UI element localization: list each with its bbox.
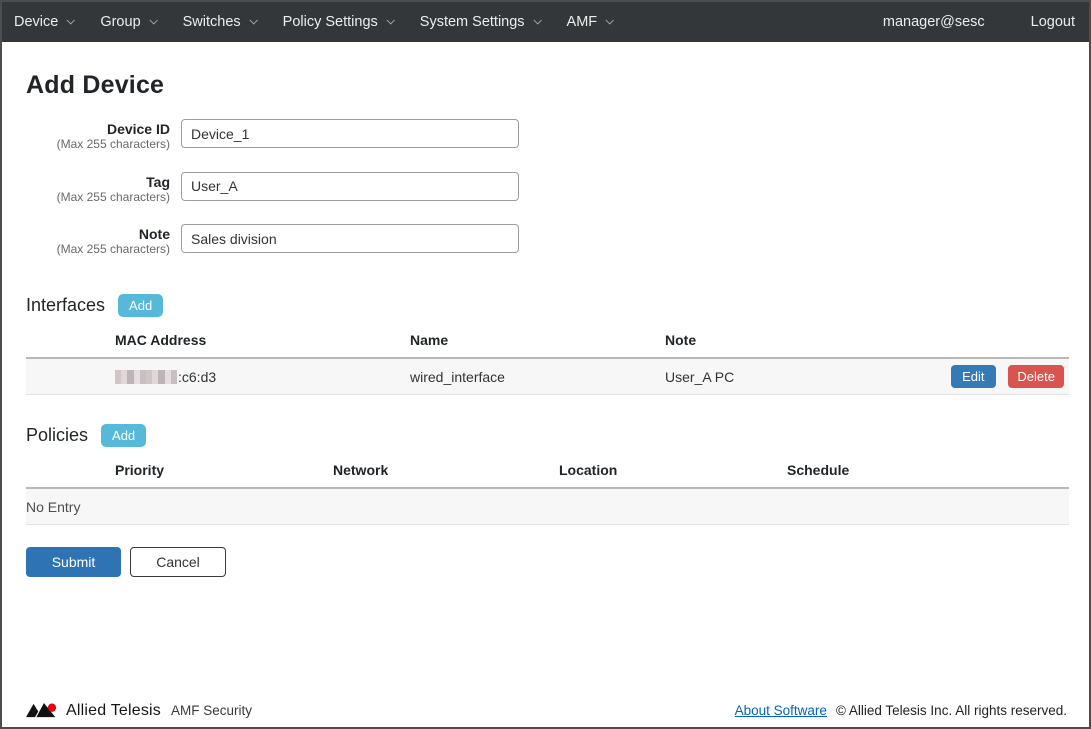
menu-switches-label: Switches bbox=[183, 14, 241, 30]
cancel-button[interactable]: Cancel bbox=[130, 547, 226, 577]
copyright-text: © Allied Telesis Inc. All rights reserve… bbox=[836, 703, 1067, 718]
tag-hint: (Max 255 characters) bbox=[26, 190, 170, 206]
interface-note-cell: User_A PC bbox=[665, 369, 919, 385]
tag-label-block: Tag (Max 255 characters) bbox=[26, 172, 170, 206]
add-device-page: { "navbar": { "items": [ { "label": "Dev… bbox=[0, 0, 1091, 729]
field-row-tag: Tag (Max 255 characters) bbox=[26, 172, 1065, 206]
note-input[interactable] bbox=[181, 224, 519, 253]
delete-interface-button[interactable]: Delete bbox=[1008, 365, 1064, 388]
menu-system-settings[interactable]: System Settings bbox=[420, 14, 540, 30]
chevron-down-icon bbox=[533, 16, 541, 24]
tag-label: Tag bbox=[26, 174, 170, 190]
add-interface-button[interactable]: Add bbox=[118, 294, 163, 317]
interface-table-row: :c6:d3 wired_interface User_A PC Edit De… bbox=[26, 359, 1069, 395]
device-id-hint: (Max 255 characters) bbox=[26, 137, 170, 153]
logout-button[interactable]: Logout bbox=[1031, 14, 1075, 30]
menu-policy-settings[interactable]: Policy Settings bbox=[283, 14, 393, 30]
note-label: Note bbox=[26, 226, 170, 242]
edit-interface-button[interactable]: Edit bbox=[951, 365, 995, 388]
note-hint: (Max 255 characters) bbox=[26, 242, 170, 258]
col-location: Location bbox=[559, 462, 787, 478]
menu-device-label: Device bbox=[14, 14, 58, 30]
col-schedule: Schedule bbox=[787, 462, 1069, 478]
page-title: Add Device bbox=[26, 71, 1065, 100]
interfaces-title: Interfaces bbox=[26, 295, 105, 316]
mac-address-cell: :c6:d3 bbox=[115, 369, 410, 385]
col-note: Note bbox=[665, 332, 919, 348]
mac-address-suffix: :c6:d3 bbox=[178, 369, 216, 385]
policies-table: Priority Network Location Schedule No En… bbox=[26, 450, 1069, 525]
menu-group-label: Group bbox=[100, 14, 140, 30]
footer-brand-area: Allied Telesis AMF Security bbox=[26, 701, 252, 720]
allied-telesis-logo-icon bbox=[26, 701, 60, 720]
menu-switches[interactable]: Switches bbox=[183, 14, 256, 30]
form-actions: Submit Cancel bbox=[26, 547, 1065, 577]
product-name: AMF Security bbox=[171, 703, 252, 718]
no-entry-text: No Entry bbox=[26, 499, 1069, 515]
interface-name-cell: wired_interface bbox=[410, 369, 665, 385]
field-row-note: Note (Max 255 characters) bbox=[26, 224, 1065, 258]
navbar-account-area: manager@sesc Logout bbox=[883, 14, 1075, 30]
main-content: Add Device Device ID (Max 255 characters… bbox=[2, 71, 1089, 577]
policies-section-header: Policies Add bbox=[26, 424, 1065, 447]
logged-in-user: manager@sesc bbox=[883, 14, 985, 30]
footer-legal-area: About Software © Allied Telesis Inc. All… bbox=[735, 703, 1067, 718]
note-label-block: Note (Max 255 characters) bbox=[26, 224, 170, 258]
menu-amf[interactable]: AMF bbox=[567, 14, 613, 30]
chevron-down-icon bbox=[67, 16, 75, 24]
navbar-menu: Device Group Switches Policy Settings Sy… bbox=[14, 14, 883, 30]
menu-device[interactable]: Device bbox=[14, 14, 73, 30]
interfaces-table-header: MAC Address Name Note bbox=[26, 320, 1069, 359]
interfaces-section-header: Interfaces Add bbox=[26, 294, 1065, 317]
mac-redacted-block bbox=[115, 370, 177, 384]
col-priority: Priority bbox=[115, 462, 333, 478]
col-name: Name bbox=[410, 332, 665, 348]
col-network: Network bbox=[333, 462, 559, 478]
menu-amf-label: AMF bbox=[567, 14, 598, 30]
device-id-input[interactable] bbox=[181, 119, 519, 148]
menu-policy-settings-label: Policy Settings bbox=[283, 14, 378, 30]
add-policy-button[interactable]: Add bbox=[101, 424, 146, 447]
policies-empty-row: No Entry bbox=[26, 489, 1069, 525]
device-id-label: Device ID bbox=[26, 121, 170, 137]
device-id-label-block: Device ID (Max 255 characters) bbox=[26, 119, 170, 153]
menu-group[interactable]: Group bbox=[100, 14, 155, 30]
top-navbar: Device Group Switches Policy Settings Sy… bbox=[2, 2, 1089, 42]
brand-name: Allied Telesis bbox=[66, 702, 161, 720]
chevron-down-icon bbox=[386, 16, 394, 24]
about-software-link[interactable]: About Software bbox=[735, 703, 827, 718]
device-form: Device ID (Max 255 characters) Tag (Max … bbox=[26, 119, 1065, 258]
menu-system-settings-label: System Settings bbox=[420, 14, 525, 30]
policies-table-header: Priority Network Location Schedule bbox=[26, 450, 1069, 489]
chevron-down-icon bbox=[606, 16, 614, 24]
field-row-device-id: Device ID (Max 255 characters) bbox=[26, 119, 1065, 153]
chevron-down-icon bbox=[149, 16, 157, 24]
policies-title: Policies bbox=[26, 425, 88, 446]
tag-input[interactable] bbox=[181, 172, 519, 201]
page-footer: Allied Telesis AMF Security About Softwa… bbox=[26, 701, 1067, 720]
col-mac-address: MAC Address bbox=[115, 332, 410, 348]
interfaces-table: MAC Address Name Note :c6:d3 wired_inter… bbox=[26, 320, 1069, 395]
chevron-down-icon bbox=[249, 16, 257, 24]
interface-row-actions: Edit Delete bbox=[951, 365, 1069, 388]
submit-button[interactable]: Submit bbox=[26, 547, 121, 577]
